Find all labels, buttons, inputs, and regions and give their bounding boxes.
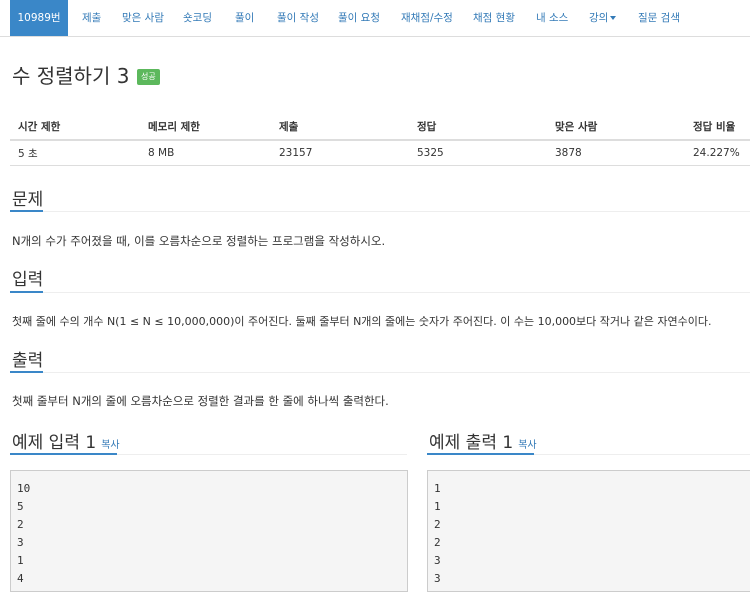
example-output-line: 2 (434, 518, 441, 531)
tab-status[interactable]: 채점 현황 (473, 0, 515, 36)
tab-my-source[interactable]: 내 소스 (536, 0, 568, 36)
accepted-value: 5325 (409, 140, 547, 166)
input-heading: 입력 (12, 270, 44, 290)
section-underline (427, 453, 534, 455)
example-input-line: 10 (17, 482, 31, 495)
section-divider (10, 292, 750, 293)
example-input-line: 4 (17, 572, 24, 585)
example-input-title: 예제 입력 1 (12, 433, 97, 453)
tab-rejudge[interactable]: 재채점/수정 (401, 0, 453, 36)
example-output-line: 3 (434, 572, 441, 585)
example-output-heading: 예제 출력 1 복사 (429, 428, 537, 453)
submissions-value: 23157 (271, 140, 409, 166)
copy-input-button[interactable]: 복사 (101, 440, 119, 451)
problem-nav: 10989번 제출 맞은 사람 숏코딩 풀이 풀이 작성 풀이 요청 재채점/수… (0, 0, 750, 37)
ratio-value: 24.227% (685, 140, 750, 166)
page-title: 수 정렬하기 3 (12, 64, 130, 88)
col-solvers: 맞은 사람 (547, 114, 685, 141)
tab-lectures[interactable]: 강의 (589, 0, 617, 36)
section-divider (10, 211, 750, 212)
chevron-down-icon (610, 16, 617, 20)
solvers-value: 3878 (547, 140, 685, 166)
example-input-line: 5 (17, 500, 24, 513)
example-output-line: 2 (434, 536, 441, 549)
example-output-line: 3 (434, 554, 441, 567)
example-input-box[interactable]: 10 5 2 3 1 4 (10, 470, 408, 592)
example-output-line: 1 (434, 482, 441, 495)
tab-write-solution[interactable]: 풀이 작성 (277, 0, 319, 36)
tab-lectures-label: 강의 (589, 12, 609, 24)
time-limit-value: 5 초 (10, 140, 140, 166)
section-underline (10, 291, 43, 293)
output-description: 첫째 줄부터 N개의 줄에 오름차순으로 정렬한 결과를 한 줄에 하나씩 출력… (12, 394, 389, 408)
output-heading: 출력 (12, 351, 44, 371)
col-time-limit: 시간 제한 (10, 114, 140, 141)
tab-problem-number[interactable]: 10989번 (10, 0, 68, 36)
tab-short-coding[interactable]: 숏코딩 (183, 0, 212, 36)
col-ratio: 정답 비율 (685, 114, 750, 141)
tab-solvers[interactable]: 맞은 사람 (122, 0, 164, 36)
problem-info-table: 시간 제한 메모리 제한 제출 정답 맞은 사람 정답 비율 5 초 8 MB … (10, 114, 750, 166)
tab-request-solution[interactable]: 풀이 요청 (338, 0, 380, 36)
problem-heading: 문제 (12, 190, 44, 210)
tab-question-search[interactable]: 질문 검색 (638, 0, 680, 36)
tab-solutions[interactable]: 풀이 (235, 0, 254, 36)
table-row: 5 초 8 MB 23157 5325 3878 24.227% (10, 140, 750, 166)
section-underline (10, 210, 43, 212)
col-memory-limit: 메모리 제한 (140, 114, 271, 141)
col-submissions: 제출 (271, 114, 409, 141)
section-divider (10, 372, 750, 373)
section-underline (10, 371, 43, 373)
tab-submit[interactable]: 제출 (82, 0, 101, 36)
col-accepted: 정답 (409, 114, 547, 141)
copy-output-button[interactable]: 복사 (518, 440, 536, 451)
input-description: 첫째 줄에 수의 개수 N(1 ≤ N ≤ 10,000,000)이 주어진다.… (12, 315, 712, 328)
memory-limit-value: 8 MB (140, 140, 271, 166)
example-input-line: 2 (17, 518, 24, 531)
example-input-line: 1 (17, 554, 24, 567)
example-input-line: 3 (17, 536, 24, 549)
status-badge: 성공 (137, 69, 160, 85)
problem-description: N개의 수가 주어졌을 때, 이를 오름차순으로 정렬하는 프로그램을 작성하시… (12, 234, 386, 248)
example-output-box[interactable]: 1 1 2 2 3 3 (427, 470, 750, 592)
example-output-title: 예제 출력 1 (429, 433, 514, 453)
section-underline (10, 453, 117, 455)
example-input-heading: 예제 입력 1 복사 (12, 428, 120, 453)
example-output-line: 1 (434, 500, 441, 513)
table-header-row: 시간 제한 메모리 제한 제출 정답 맞은 사람 정답 비율 (10, 114, 750, 141)
